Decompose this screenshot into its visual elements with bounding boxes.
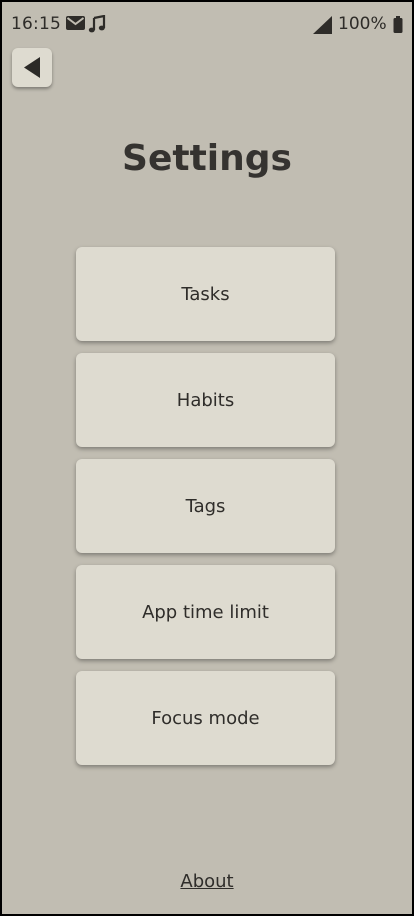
- battery-icon: [393, 16, 403, 33]
- tasks-button-label: Tasks: [181, 283, 230, 305]
- focus-mode-button[interactable]: Focus mode: [76, 671, 335, 765]
- app-time-limit-button-label: App time limit: [142, 601, 269, 623]
- focus-mode-button-label: Focus mode: [151, 707, 260, 729]
- page-title: Settings: [122, 138, 292, 179]
- habits-button-label: Habits: [176, 389, 235, 411]
- back-arrow-icon: [24, 57, 40, 78]
- tags-button[interactable]: Tags: [76, 459, 335, 553]
- app-time-limit-button[interactable]: App time limit: [76, 565, 335, 659]
- settings-menu: Tasks Habits Tags App time limit Focus m…: [76, 247, 337, 777]
- app-screen: 16:15 100% Settings Tasks Habits Tags Ap…: [0, 0, 414, 916]
- about-link-container: About: [2, 871, 412, 892]
- tasks-button[interactable]: Tasks: [76, 247, 335, 341]
- signal-icon: [313, 16, 332, 34]
- music-note-icon: [88, 15, 106, 33]
- status-bar: 16:15 100%: [2, 2, 412, 46]
- about-link[interactable]: About: [180, 871, 233, 892]
- habits-button[interactable]: Habits: [76, 353, 335, 447]
- back-button[interactable]: [12, 48, 52, 87]
- battery-percentage: 100%: [338, 14, 387, 34]
- tags-button-label: Tags: [185, 495, 226, 517]
- status-time: 16:15: [11, 14, 61, 34]
- mail-icon: [66, 16, 85, 30]
